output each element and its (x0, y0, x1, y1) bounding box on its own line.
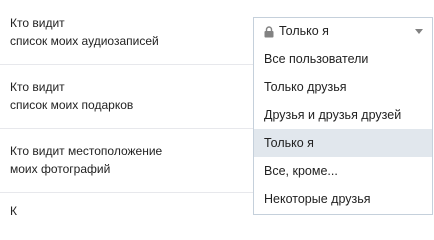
setting-label-audio-line1: Кто видит (10, 16, 65, 30)
privacy-select[interactable]: Только я (253, 17, 433, 45)
setting-label-photo-location-line2: моих фотографий (10, 162, 111, 176)
divider (0, 192, 253, 193)
setting-label-next: К (10, 202, 17, 220)
divider (0, 64, 253, 65)
setting-label-audio-line2: список моих аудиозаписей (10, 34, 159, 48)
privacy-select-value: Только я (279, 24, 329, 38)
dropdown-option-some-friends[interactable]: Некоторые друзья (254, 185, 432, 213)
divider (0, 128, 253, 129)
dropdown-option-all-users[interactable]: Все пользователи (254, 45, 432, 73)
lock-icon (264, 26, 274, 38)
setting-label-photo-location-line1: Кто видит местоположение (10, 144, 163, 158)
chevron-down-icon (415, 29, 423, 34)
dropdown-option-only-me[interactable]: Только я (254, 129, 432, 157)
dropdown-option-friends-of-friends[interactable]: Друзья и друзья друзей (254, 101, 432, 129)
privacy-dropdown-menu: Все пользователи Только друзья Друзья и … (253, 45, 433, 215)
setting-label-audio: Кто видит список моих аудиозаписей (10, 14, 159, 50)
setting-label-gifts: Кто видит список моих подарков (10, 78, 133, 114)
setting-label-gifts-line2: список моих подарков (10, 98, 134, 112)
setting-label-gifts-line1: Кто видит (10, 80, 65, 94)
setting-label-next-line1: К (10, 204, 17, 218)
dropdown-option-friends-only[interactable]: Только друзья (254, 73, 432, 101)
dropdown-option-all-except[interactable]: Все, кроме... (254, 157, 432, 185)
setting-label-photo-location: Кто видит местоположение моих фотографий (10, 142, 162, 178)
